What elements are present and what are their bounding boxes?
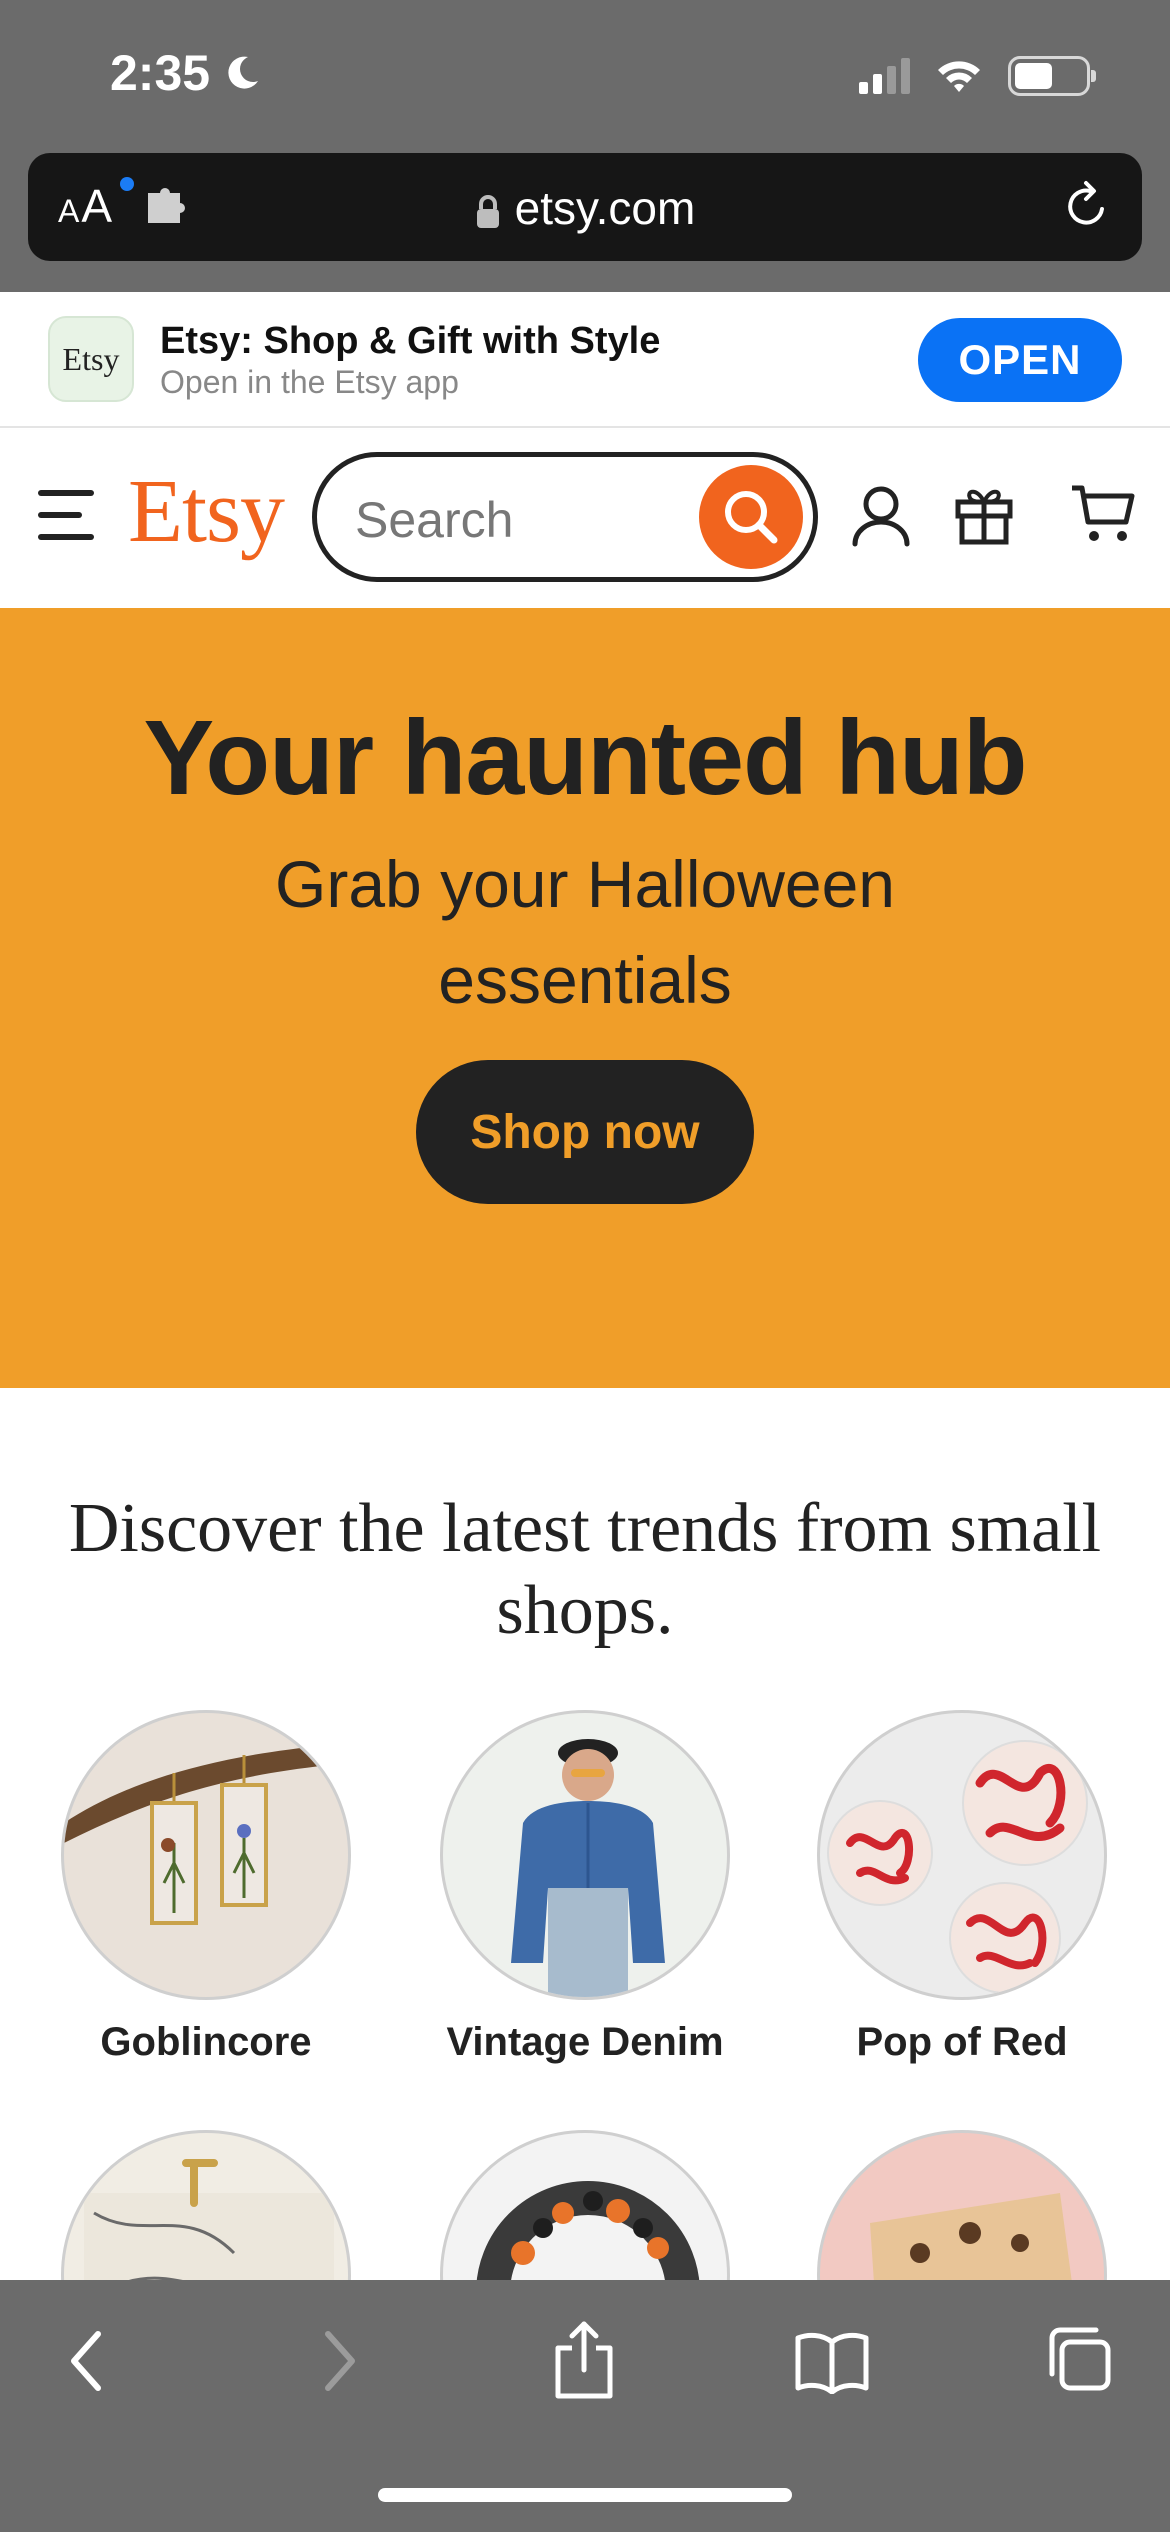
category-label: Vintage Denim <box>446 2020 724 2064</box>
goblincore-image[interactable] <box>61 1710 351 2000</box>
share-icon[interactable] <box>552 2320 616 2400</box>
back-icon[interactable] <box>64 2326 108 2396</box>
wifi-icon <box>938 61 980 92</box>
status-time: 2:35 <box>110 44 262 102</box>
reload-icon[interactable] <box>1062 179 1112 233</box>
hero-banner: Your haunted hub Grab your Halloween ess… <box>0 608 1170 1388</box>
status-icons <box>859 56 1096 96</box>
url-text: etsy.com <box>514 182 696 234</box>
status-time-text: 2:35 <box>110 45 211 101</box>
app-icon-text: Etsy <box>62 340 120 377</box>
category-vintage-denim[interactable]: Vintage Denim <box>435 1710 735 2065</box>
bookmarks-icon[interactable] <box>794 2330 870 2394</box>
moon-icon <box>228 56 259 89</box>
url-display[interactable]: etsy.com <box>28 181 1142 235</box>
search-placeholder: Search <box>355 492 514 548</box>
shop-now-button[interactable]: Shop now <box>416 1060 754 1204</box>
account-icon[interactable] <box>850 482 912 548</box>
category-goblincore[interactable]: Goblincore <box>56 1710 356 2065</box>
forward-icon <box>325 2331 355 2391</box>
category-label: Goblincore <box>100 2020 312 2064</box>
vintage-denim-image[interactable] <box>440 1710 730 2000</box>
search-button[interactable] <box>699 465 803 569</box>
app-title: Etsy: Shop & Gift with Style <box>160 320 661 362</box>
cart-icon[interactable] <box>1070 482 1136 544</box>
menu-icon[interactable] <box>38 490 94 540</box>
gift-icon[interactable] <box>952 482 1016 546</box>
open-app-button[interactable]: OPEN <box>918 318 1122 402</box>
etsy-logo[interactable]: Etsy <box>128 460 285 563</box>
search-field[interactable]: Search <box>312 452 818 582</box>
pop-of-red-image[interactable] <box>817 1710 1107 2000</box>
site-header: Etsy Search <box>0 430 1170 608</box>
tabs-icon[interactable] <box>1044 2324 1114 2394</box>
lock-icon <box>476 194 499 228</box>
app-subtitle: Open in the Etsy app <box>160 364 459 400</box>
browser-chrome: 2:35 A A etsy.com <box>0 0 1170 292</box>
home-indicator[interactable] <box>378 2488 792 2502</box>
trends-heading: Discover the latest trends from small sh… <box>68 1490 1102 1649</box>
smart-app-banner: Etsy Etsy: Shop & Gift with Style Open i… <box>0 292 1170 428</box>
hero-title: Your haunted hub <box>143 699 1028 817</box>
signal-icon <box>859 58 910 94</box>
search-icon <box>725 491 778 544</box>
etsy-app-icon: Etsy <box>48 316 134 402</box>
battery-icon <box>1008 56 1096 96</box>
hero-subtitle: Grab your Halloween essentials <box>275 847 895 1017</box>
category-pop-of-red[interactable]: Pop of Red <box>812 1710 1112 2065</box>
address-bar[interactable]: A A etsy.com <box>28 153 1142 261</box>
category-label: Pop of Red <box>856 2020 1068 2064</box>
